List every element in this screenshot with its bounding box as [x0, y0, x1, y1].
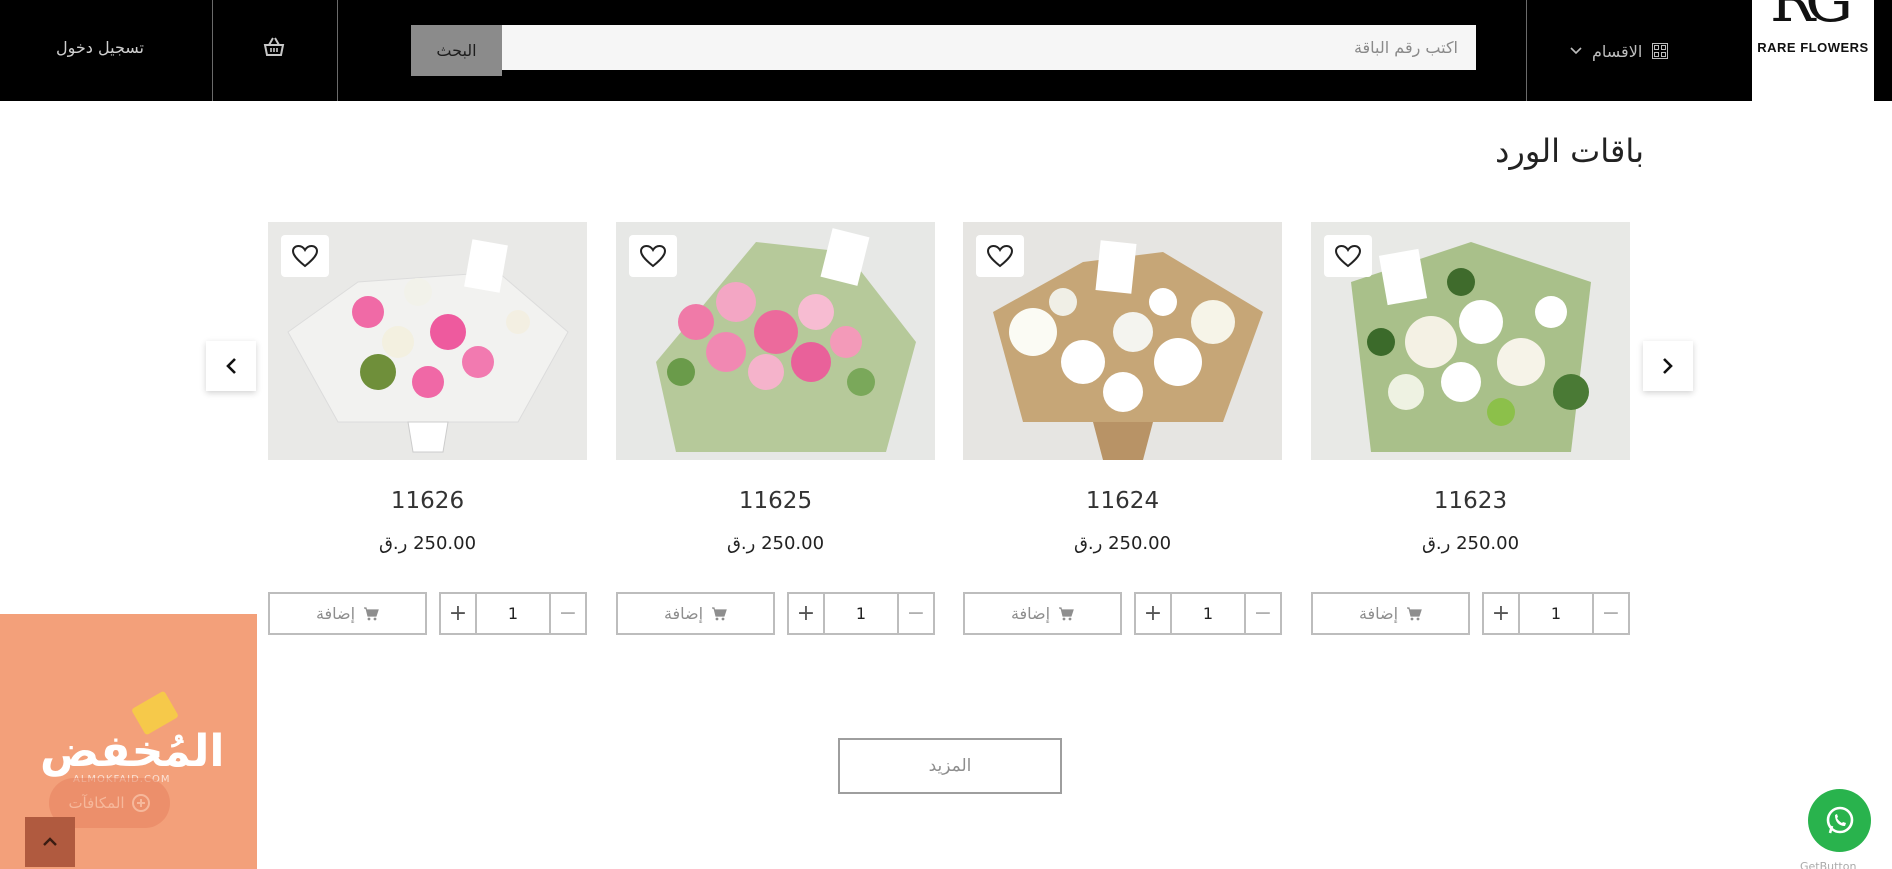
rewards-label: المكافآت [68, 794, 125, 812]
product-code[interactable]: 11625 [616, 488, 935, 514]
minus-icon[interactable]: − [549, 594, 585, 633]
product-card: 11624 250.00 ر.ق إضافة + − [963, 222, 1282, 635]
product-code[interactable]: 11626 [268, 488, 587, 514]
product-price: 250.00 ر.ق [726, 533, 825, 554]
add-to-cart-label: إضافة [315, 604, 356, 623]
grid-icon [1652, 43, 1669, 59]
gift-icon [131, 794, 150, 812]
categories-menu[interactable]: الاقسام [1570, 36, 1690, 66]
site-logo[interactable]: RG RARE FLOWERS [1752, 0, 1874, 101]
product-card: 11626 250.00 ر.ق إضافة + − [268, 222, 587, 635]
product-card: 11625 250.00 ر.ق إضافة + − [616, 222, 935, 635]
cart-icon [364, 606, 379, 620]
header-divider [212, 0, 213, 101]
product-code[interactable]: 11623 [1311, 488, 1630, 514]
header-divider [337, 0, 338, 101]
heart-icon [986, 244, 1014, 268]
quantity-input[interactable] [1520, 594, 1592, 633]
product-image[interactable] [963, 222, 1282, 460]
product-price: 250.00 ر.ق [1421, 533, 1520, 554]
favorite-button[interactable] [1324, 235, 1372, 277]
chevron-left-icon [226, 358, 236, 374]
minus-icon[interactable]: − [1592, 594, 1628, 633]
plus-icon[interactable]: + [441, 594, 477, 633]
add-to-cart-label: إضافة [1358, 604, 1399, 623]
cart-icon [1407, 606, 1422, 620]
quantity-stepper: + − [1482, 592, 1630, 635]
header-divider [1526, 0, 1527, 101]
add-to-cart-button[interactable]: إضافة [1311, 592, 1470, 635]
minus-icon[interactable]: − [1244, 594, 1280, 633]
cart-icon [712, 606, 727, 620]
plus-icon[interactable]: + [1136, 594, 1172, 633]
scroll-to-top-button[interactable] [25, 817, 75, 867]
product-image[interactable] [616, 222, 935, 460]
logo-mark: RG [1770, 0, 1853, 36]
product-image[interactable] [1311, 222, 1630, 460]
top-header: RG RARE FLOWERS الاقسام البحث تسجيل دخول [0, 0, 1892, 101]
search-button[interactable]: البحث [411, 25, 502, 76]
section-title: باقات الورد [1495, 132, 1644, 170]
product-code[interactable]: 11624 [963, 488, 1282, 514]
heart-icon [1334, 244, 1362, 268]
categories-label: الاقسام [1592, 41, 1643, 61]
whatsapp-button[interactable] [1808, 789, 1871, 852]
plus-icon[interactable]: + [789, 594, 825, 633]
product-image[interactable] [268, 222, 587, 460]
quantity-stepper: + − [439, 592, 587, 635]
add-to-cart-button[interactable]: إضافة [268, 592, 427, 635]
carousel-prev-button[interactable] [206, 341, 256, 391]
search-input[interactable] [502, 25, 1476, 70]
load-more-button[interactable]: المزيد [838, 738, 1062, 794]
quantity-stepper: + − [1134, 592, 1282, 635]
cart-icon[interactable] [262, 36, 288, 62]
quantity-input[interactable] [1172, 594, 1244, 633]
cart-icon [1059, 606, 1074, 620]
promo-brand: المُخفض [40, 726, 226, 777]
promo-widget[interactable]: المُخفض ALMOKFAID.COM المكافآت [0, 614, 257, 869]
login-link[interactable]: تسجيل دخول [56, 38, 144, 57]
getbutton-credit[interactable]: GetButton [1800, 860, 1856, 869]
favorite-button[interactable] [281, 235, 329, 277]
chevron-up-icon [43, 837, 57, 846]
quantity-stepper: + − [787, 592, 935, 635]
add-to-cart-label: إضافة [663, 604, 704, 623]
favorite-button[interactable] [629, 235, 677, 277]
product-card: 11623 250.00 ر.ق إضافة + − [1311, 222, 1630, 635]
whatsapp-icon [1826, 806, 1853, 833]
logo-text: RARE FLOWERS [1757, 40, 1869, 55]
product-price: 250.00 ر.ق [378, 533, 477, 554]
heart-icon [291, 244, 319, 268]
quantity-input[interactable] [477, 594, 549, 633]
chevron-down-icon [1570, 44, 1582, 58]
quantity-input[interactable] [825, 594, 897, 633]
carousel-next-button[interactable] [1643, 341, 1693, 391]
add-to-cart-button[interactable]: إضافة [616, 592, 775, 635]
minus-icon[interactable]: − [897, 594, 933, 633]
chevron-right-icon [1663, 358, 1673, 374]
heart-icon [639, 244, 667, 268]
add-to-cart-label: إضافة [1010, 604, 1051, 623]
product-price: 250.00 ر.ق [1073, 533, 1172, 554]
plus-icon[interactable]: + [1484, 594, 1520, 633]
add-to-cart-button[interactable]: إضافة [963, 592, 1122, 635]
favorite-button[interactable] [976, 235, 1024, 277]
